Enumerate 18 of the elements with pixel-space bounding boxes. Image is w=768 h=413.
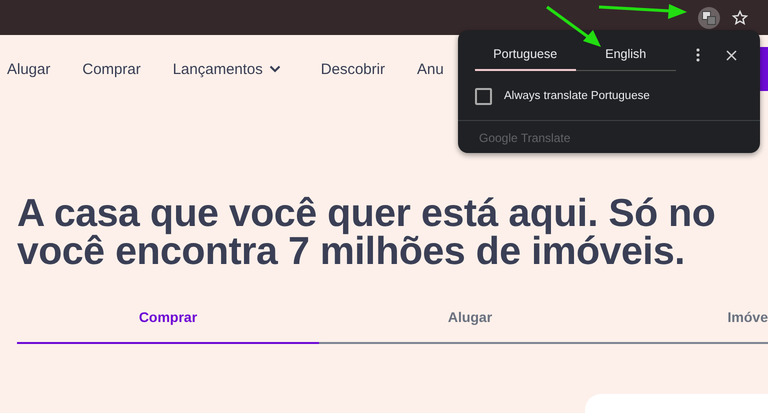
nav-link[interactable]: Alugar xyxy=(7,60,50,78)
nav-link[interactable]: Anu xyxy=(416,60,444,78)
footer-text: Google Translate xyxy=(479,131,570,145)
search-tab[interactable]: Alugar xyxy=(319,299,621,344)
headline: A casa que você quer está aqui. Só no você encontra 7 milhões de imóveis. xyxy=(17,195,716,271)
language-tab[interactable]: Portuguese xyxy=(475,40,576,70)
checkbox-label: Always translate Portuguese xyxy=(504,90,650,102)
close-icon[interactable] xyxy=(726,50,737,60)
nav-link[interactable]: Lançamentos xyxy=(172,60,281,78)
search-tab[interactable]: Imóve xyxy=(621,299,768,344)
checkbox[interactable] xyxy=(475,88,492,104)
more-options-icon[interactable] xyxy=(696,48,700,62)
search-tab[interactable]: Comprar xyxy=(17,299,319,344)
nav-link[interactable]: Descobrir xyxy=(320,60,385,78)
language-tab[interactable]: English xyxy=(576,40,676,70)
nav-link[interactable]: Comprar xyxy=(82,60,141,78)
translate-icon[interactable] xyxy=(698,6,720,28)
bookmark-star-icon[interactable] xyxy=(732,10,748,26)
